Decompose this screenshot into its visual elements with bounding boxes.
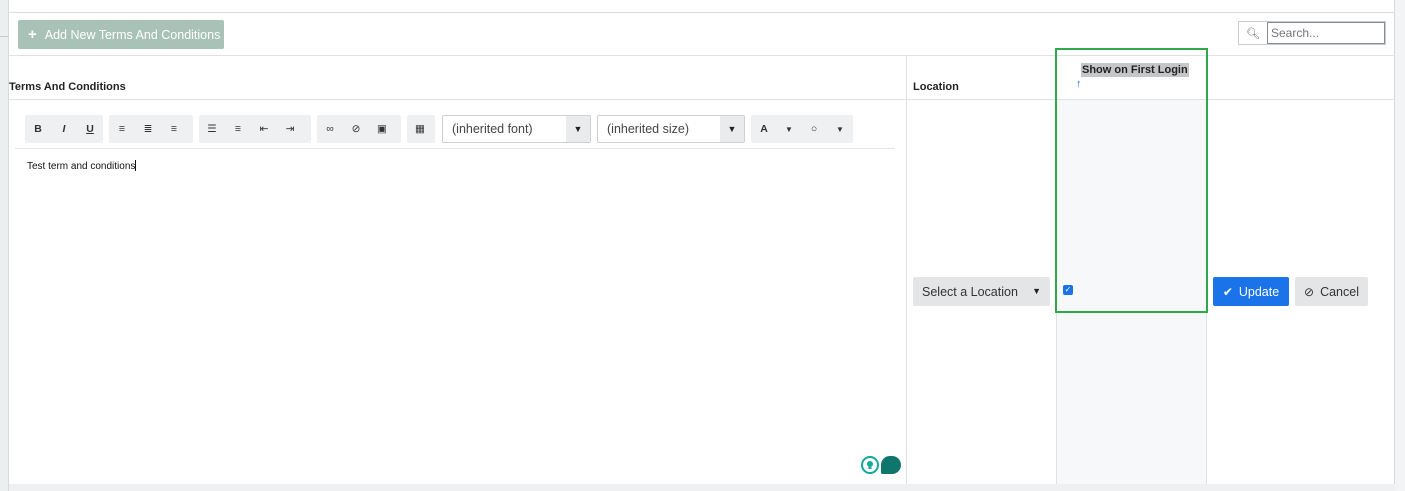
chevron-down-icon: ▼ xyxy=(720,116,744,142)
bold-button[interactable]: B xyxy=(25,115,51,143)
chevron-down-icon[interactable]: ▼ xyxy=(777,115,801,143)
panel-top-border xyxy=(9,12,1395,13)
cancel-label: Cancel xyxy=(1320,284,1359,299)
font-size-select[interactable]: (inherited size) ▼ xyxy=(597,115,745,143)
search-icon: 🔍︎ xyxy=(1246,27,1260,40)
unordered-list-icon[interactable]: ☰ xyxy=(199,115,225,143)
italic-button[interactable]: I xyxy=(51,115,77,143)
search-input[interactable] xyxy=(1267,22,1385,44)
chevron-down-icon: ▼ xyxy=(1032,286,1041,296)
chevron-down-icon: ▼ xyxy=(566,116,590,142)
left-frame-edge xyxy=(0,0,9,491)
update-button[interactable]: ✔ Update xyxy=(1213,277,1289,306)
cancel-button[interactable]: ⊘ Cancel xyxy=(1295,277,1368,306)
editor-toolbar: B I U ≡ ≣ ≡ ☰ ≡ ⇤ ⇥ ∞ ⊘ ▣ ▦ (inherited f… xyxy=(15,106,895,149)
font-family-select[interactable]: (inherited font) ▼ xyxy=(442,115,591,143)
table-group: ▦ xyxy=(407,115,435,143)
alignment-group: ≡ ≣ ≡ xyxy=(109,115,193,143)
align-right-icon[interactable]: ≡ xyxy=(161,115,187,143)
text-color-button[interactable]: A xyxy=(751,115,777,143)
column-header-terms[interactable]: Terms And Conditions xyxy=(9,81,126,93)
editor-content[interactable]: Test term and conditions xyxy=(27,160,137,172)
lightbulb-icon[interactable] xyxy=(861,456,879,474)
color-group: A ▼ ○ ▼ xyxy=(751,115,853,143)
editor-content-text: Test term and conditions xyxy=(27,161,136,172)
table-icon[interactable]: ▦ xyxy=(407,115,433,143)
list-group: ☰ ≡ ⇤ ⇥ xyxy=(199,115,311,143)
column-divider xyxy=(906,55,907,491)
rich-text-editor: B I U ≡ ≣ ≡ ☰ ≡ ⇤ ⇥ ∞ ⊘ ▣ ▦ (inherited f… xyxy=(15,106,901,481)
underline-button[interactable]: U xyxy=(77,115,103,143)
unlink-icon[interactable]: ⊘ xyxy=(343,115,369,143)
align-left-icon[interactable]: ≡ xyxy=(109,115,135,143)
font-family-value: (inherited font) xyxy=(452,122,533,136)
link-icon[interactable]: ∞ xyxy=(317,115,343,143)
update-label: Update xyxy=(1238,284,1280,299)
plus-icon: + xyxy=(28,26,37,43)
check-icon: ✔ xyxy=(1222,284,1233,299)
chat-bubble-icon[interactable] xyxy=(881,456,901,474)
column-header-location[interactable]: Location xyxy=(913,81,959,93)
background-color-icon[interactable]: ○ xyxy=(801,115,827,143)
add-terms-button[interactable]: + Add New Terms And Conditions xyxy=(18,20,224,49)
font-size-value: (inherited size) xyxy=(607,122,689,136)
text-style-group: B I U xyxy=(25,115,103,143)
search-box: 🔍︎ xyxy=(1238,21,1386,45)
location-select-value: Select a Location xyxy=(922,284,1018,299)
indent-icon[interactable]: ⇥ xyxy=(277,115,303,143)
location-select[interactable]: Select a Location ▼ xyxy=(913,277,1050,306)
grammar-assistant[interactable] xyxy=(861,456,901,474)
ordered-list-icon[interactable]: ≡ xyxy=(225,115,251,143)
terms-panel: + Add New Terms And Conditions 🔍︎ Terms … xyxy=(9,0,1395,491)
ban-icon: ⊘ xyxy=(1304,284,1315,299)
insert-group: ∞ ⊘ ▣ xyxy=(317,115,401,143)
chevron-down-icon[interactable]: ▼ xyxy=(827,115,853,143)
add-terms-label: Add New Terms And Conditions xyxy=(44,27,221,42)
align-center-icon[interactable]: ≣ xyxy=(135,115,161,143)
highlight-box xyxy=(1055,48,1208,313)
text-cursor xyxy=(135,160,137,171)
bottom-scroll-area xyxy=(9,484,1395,491)
outdent-icon[interactable]: ⇤ xyxy=(251,115,277,143)
image-icon[interactable]: ▣ xyxy=(369,115,395,143)
left-frame-divider xyxy=(0,36,9,37)
